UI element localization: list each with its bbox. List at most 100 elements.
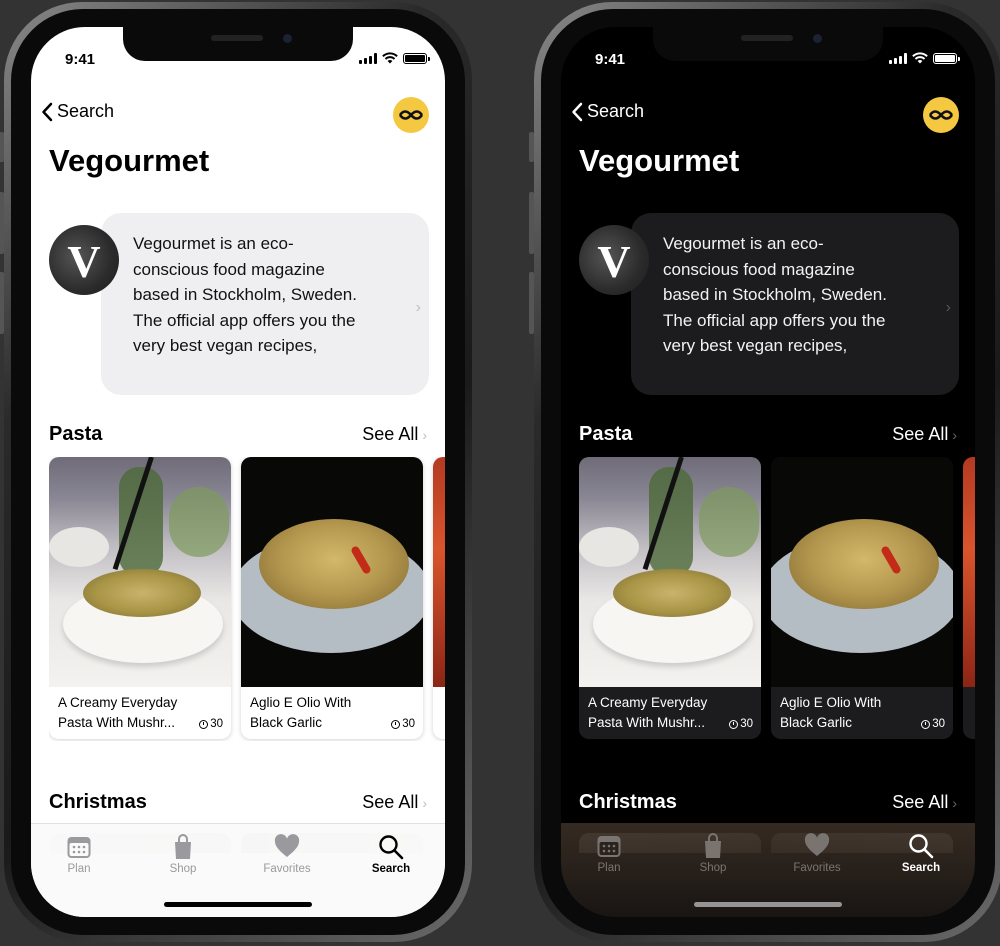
section-header-christmas: Christmas See All › <box>49 791 427 819</box>
description-line: based in Stockholm, Sweden. <box>133 285 357 304</box>
calendar-icon <box>67 837 91 858</box>
status-time: 9:41 <box>595 51 626 68</box>
section-title: Christmas <box>579 791 677 813</box>
see-all-button[interactable]: See All › <box>362 424 427 445</box>
navigation-bar: Search <box>31 97 445 137</box>
phone-dark: 9:41 Search Vegourmet Vegourmet is an ec… <box>529 2 1000 942</box>
avatar-letter: V <box>67 236 101 287</box>
cellular-signal-icon <box>359 52 377 64</box>
tab-search[interactable]: Search <box>351 834 431 875</box>
description-line: conscious food magazine <box>133 259 325 279</box>
duration-value: 30 <box>210 718 223 730</box>
battery-icon <box>403 52 430 64</box>
search-icon <box>379 835 404 860</box>
recipe-photo <box>241 457 423 687</box>
recipe-photo <box>771 457 953 687</box>
recipe-duration: 30 <box>729 718 753 730</box>
tab-label: Search <box>901 862 941 874</box>
tab-label: Favorites <box>793 862 841 874</box>
description-line: Vegourmet is an eco- <box>663 234 824 253</box>
publisher-avatar[interactable]: V <box>579 225 649 295</box>
tab-plan[interactable]: Plan <box>569 833 649 874</box>
recipe-photo <box>579 457 761 687</box>
duration-value: 30 <box>932 718 945 730</box>
app-logo-button[interactable] <box>393 97 429 133</box>
recipe-card-partial[interactable] <box>963 457 975 739</box>
tab-bar: Plan Shop Favorites Search <box>31 823 445 917</box>
tab-search[interactable]: Search <box>881 833 961 874</box>
tab-label: Shop <box>169 863 197 875</box>
recipe-card[interactable]: Aglio E Olio With Black Garlic 30 <box>241 457 423 739</box>
description-line: The official app offers you the <box>663 310 886 330</box>
tab-label: Search <box>371 863 411 875</box>
section-title: Pasta <box>579 423 633 445</box>
tab-plan[interactable]: Plan <box>39 834 119 875</box>
pasta-carousel[interactable]: A Creamy Everyday Pasta With Mushr... 30… <box>579 457 975 741</box>
chevron-left-icon <box>42 102 53 121</box>
cross-logo-icon <box>398 110 424 120</box>
notch <box>653 27 883 61</box>
recipe-card[interactable]: Aglio E Olio With Black Garlic 30 <box>771 457 953 739</box>
description-bubble[interactable]: Vegourmet is an eco- conscious food maga… <box>101 213 429 395</box>
tab-shop[interactable]: Shop <box>673 833 753 874</box>
avatar-letter: V <box>597 236 631 287</box>
back-label: Search <box>587 101 645 121</box>
heart-icon <box>274 834 300 857</box>
recipe-card[interactable]: A Creamy Everyday Pasta With Mushr... 30 <box>579 457 761 739</box>
mute-switch <box>0 132 4 162</box>
duration-value: 30 <box>740 718 753 730</box>
description-line: The official app offers you the <box>133 310 356 330</box>
clock-icon <box>199 719 209 729</box>
recipe-card[interactable]: A Creamy Everyday Pasta With Mushr... 30 <box>49 457 231 739</box>
see-all-button[interactable]: See All › <box>892 424 957 445</box>
notch <box>123 27 353 61</box>
publisher-intro[interactable]: Vegourmet is an eco- conscious food maga… <box>49 213 429 395</box>
pasta-carousel[interactable]: A Creamy Everyday Pasta With Mushr... 30… <box>49 457 445 741</box>
tab-bar: Plan Shop Favorites Search <box>561 823 975 917</box>
tab-label: Plan <box>597 862 621 874</box>
recipe-duration: 30 <box>921 718 945 730</box>
recipe-title-line: Aglio E Olio With <box>780 695 882 710</box>
publisher-avatar[interactable]: V <box>49 225 119 295</box>
see-all-button[interactable]: See All › <box>892 792 957 813</box>
tab-favorites[interactable]: Favorites <box>247 834 327 875</box>
tab-label: Shop <box>699 862 727 874</box>
see-all-label: See All <box>892 792 949 812</box>
see-all-label: See All <box>892 424 949 444</box>
app-screen: 9:41 Search Vegourmet Vegourmet is an ec… <box>31 27 445 917</box>
recipe-card-partial[interactable] <box>433 457 445 739</box>
description-line: conscious food magazine <box>663 259 855 279</box>
clock-icon <box>391 719 401 729</box>
chevron-right-icon: › <box>422 427 427 443</box>
tab-favorites[interactable]: Favorites <box>777 833 857 874</box>
chevron-left-icon <box>572 102 583 121</box>
chevron-right-icon: › <box>952 427 957 443</box>
phone-light: 9:41 Search Vegourmet Vegourmet is an ec… <box>0 2 472 942</box>
home-indicator[interactable] <box>164 902 312 907</box>
description-line: Vegourmet is an eco- <box>133 234 294 253</box>
tab-label: Favorites <box>263 863 311 875</box>
wifi-icon <box>912 52 928 64</box>
app-logo-button[interactable] <box>923 97 959 133</box>
home-indicator[interactable] <box>694 902 842 907</box>
recipe-photo <box>433 457 445 687</box>
mute-switch <box>529 132 534 162</box>
description-line: based in Stockholm, Sweden. <box>663 285 887 304</box>
recipe-photo <box>963 457 975 687</box>
calendar-icon <box>597 836 621 857</box>
recipe-duration: 30 <box>199 718 223 730</box>
back-button[interactable]: Search <box>571 101 644 122</box>
section-title: Pasta <box>49 423 103 445</box>
tab-shop[interactable]: Shop <box>143 834 223 875</box>
see-all-button[interactable]: See All › <box>362 792 427 813</box>
clock-icon <box>921 719 931 729</box>
section-title: Christmas <box>49 791 147 813</box>
page-title: Vegourmet <box>579 143 740 178</box>
volume-down-button <box>529 272 534 334</box>
section-header-christmas: Christmas See All › <box>579 791 957 819</box>
volume-down-button <box>0 272 4 334</box>
back-button[interactable]: Search <box>41 101 114 122</box>
description-bubble[interactable]: Vegourmet is an eco- conscious food maga… <box>631 213 959 395</box>
publisher-intro[interactable]: Vegourmet is an eco- conscious food maga… <box>579 213 959 395</box>
tab-label: Plan <box>67 863 91 875</box>
